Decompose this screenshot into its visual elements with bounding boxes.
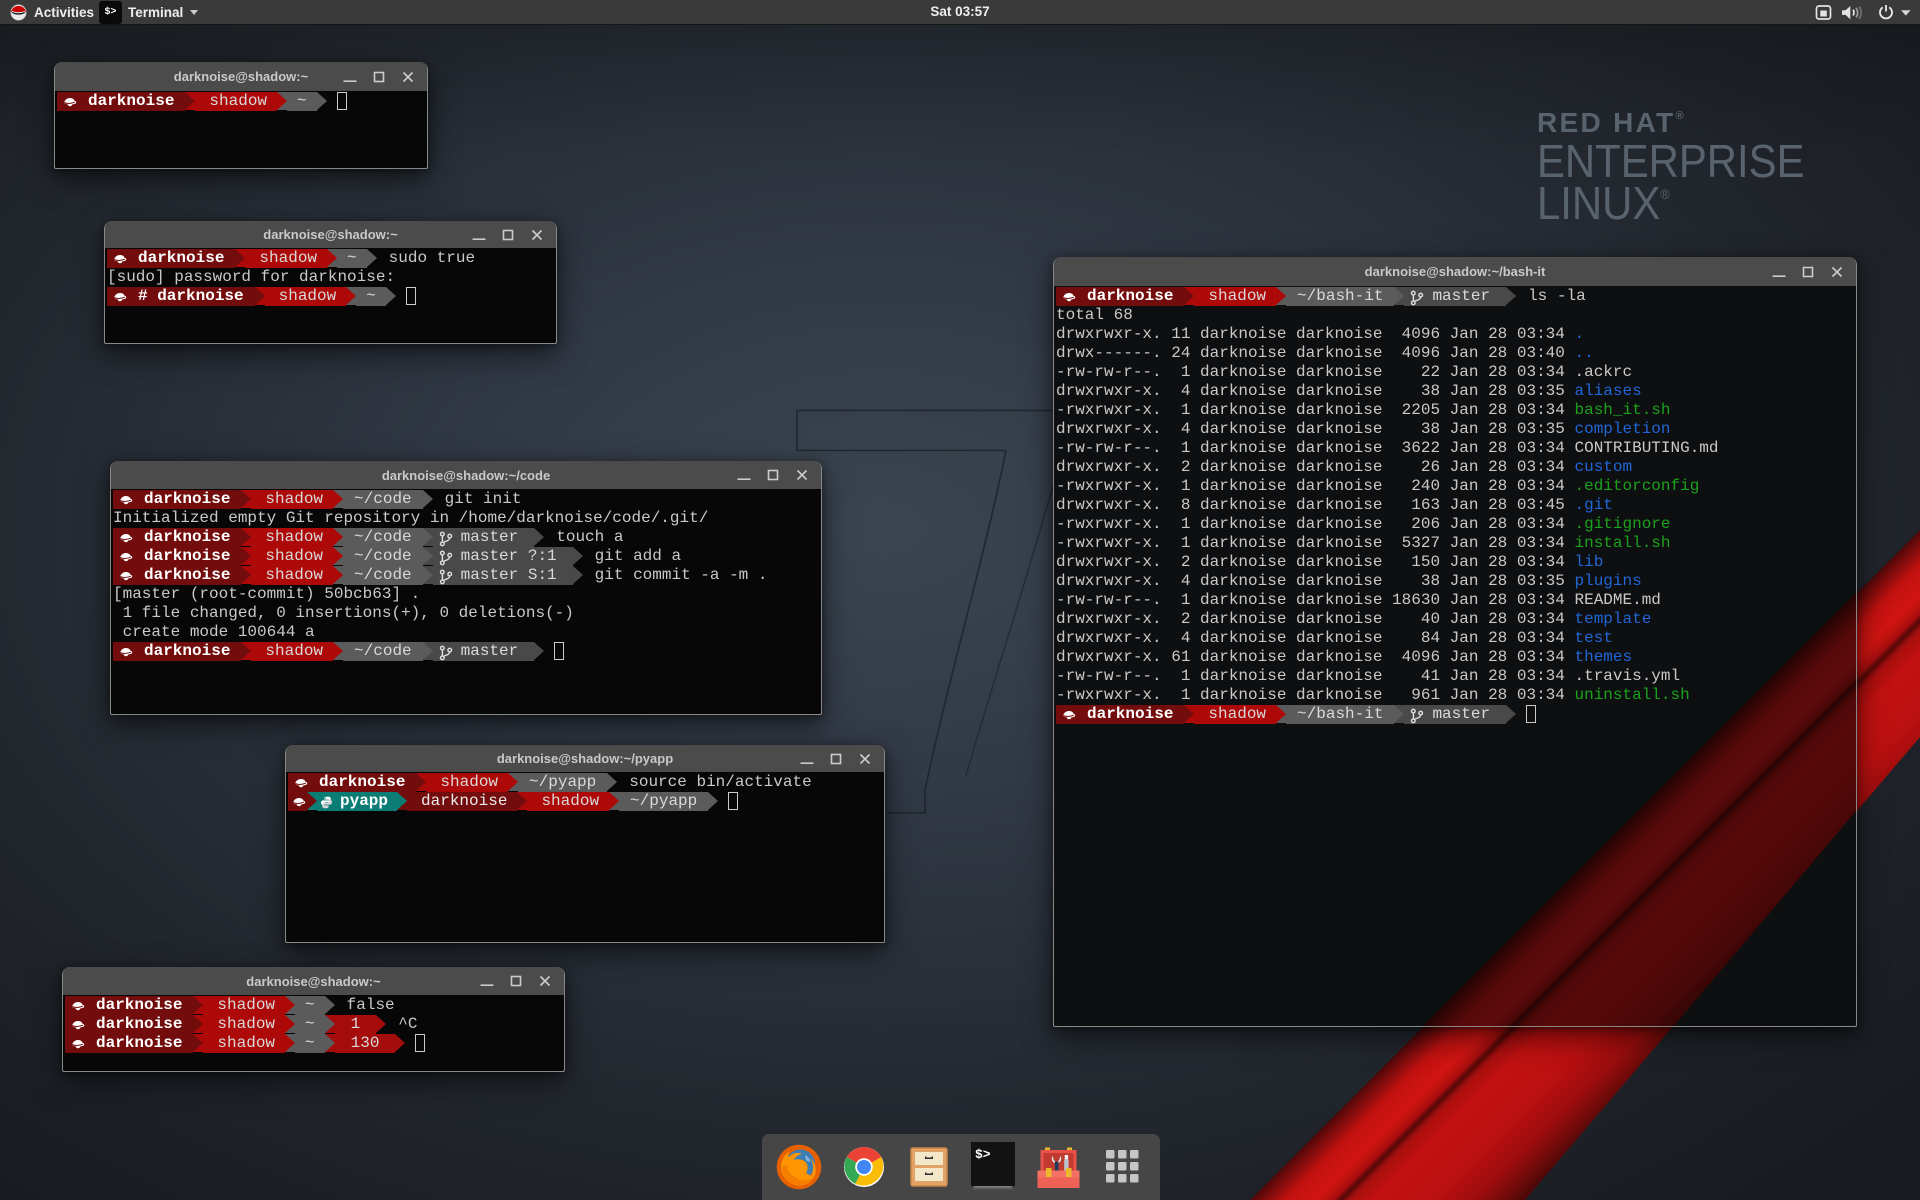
svg-text:$>: $> <box>975 1147 991 1162</box>
